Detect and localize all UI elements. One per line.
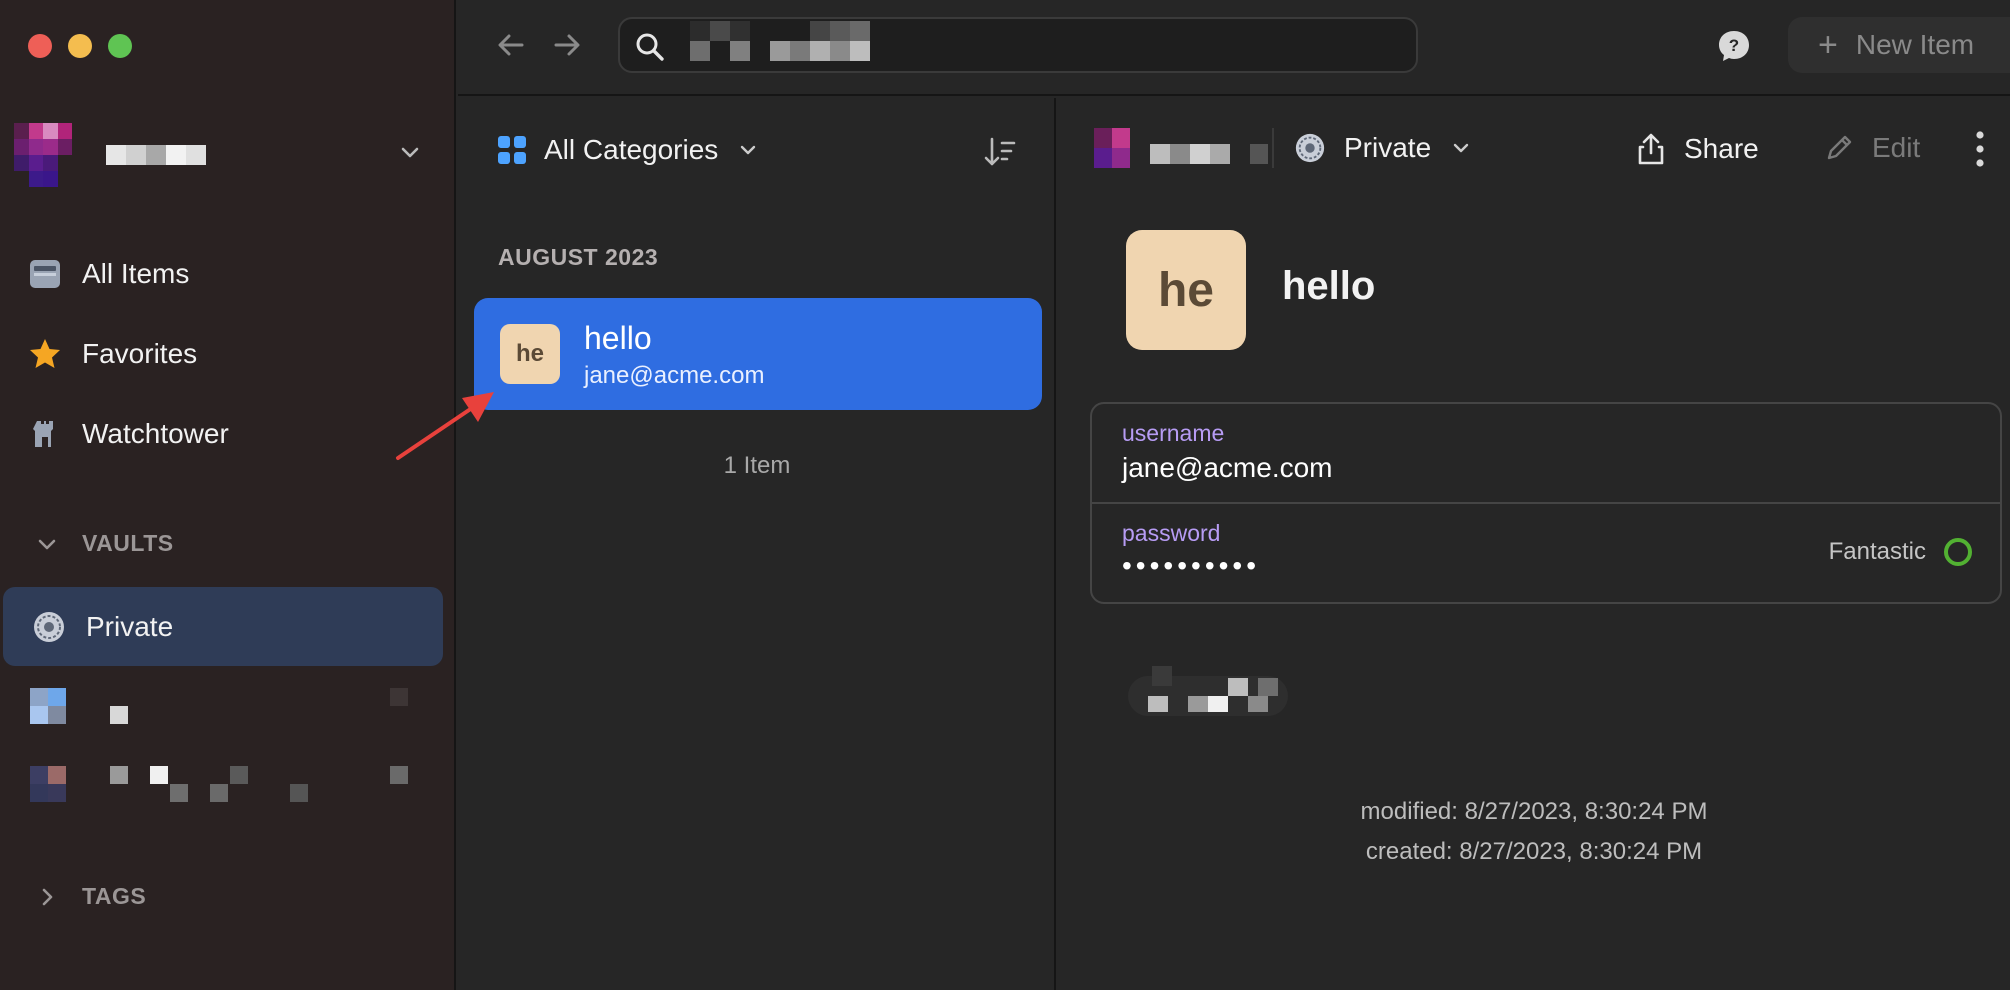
item-detail-pane: Private Share Edit he hello username jan… [1058, 98, 2010, 990]
item-title: hello [1282, 264, 1376, 308]
item-large-thumbnail: he [1126, 230, 1246, 350]
categories-grid-icon [498, 136, 526, 164]
minimize-window-button[interactable] [68, 34, 92, 58]
account-avatar [14, 123, 72, 187]
sidebar-vault-redacted[interactable] [30, 766, 410, 806]
chevron-down-icon [1453, 143, 1469, 153]
vault-icon [1295, 133, 1325, 163]
chevron-down-icon [38, 539, 56, 549]
item-count: 1 Item [723, 452, 791, 479]
tags-section-toggle[interactable]: TAGS [34, 883, 146, 910]
chevron-right-icon [42, 888, 53, 905]
all-items-icon [28, 257, 62, 291]
share-button[interactable]: Share [1636, 132, 1759, 166]
password-strength-label: Fantastic [1828, 538, 1926, 565]
star-icon [28, 337, 62, 371]
plus-icon: + [1818, 25, 1838, 64]
vault-label: Private [86, 610, 174, 642]
tag-redacted[interactable] [1128, 666, 1288, 716]
vault-owner-redacted [1150, 144, 1268, 168]
created-timestamp: created: 8/27/2023, 8:30:24 PM [1365, 838, 1703, 865]
item-title: hello [584, 320, 652, 356]
new-item-label: New Item [1855, 29, 1975, 60]
chevron-down-icon [401, 147, 419, 158]
window-controls [28, 34, 132, 58]
share-label: Share [1684, 133, 1759, 164]
sidebar-item-label: Watchtower [82, 418, 229, 449]
sidebar-vault-private[interactable]: Private [3, 587, 443, 666]
username-field[interactable]: username jane@acme.com [1092, 404, 2000, 504]
modified-timestamp: modified: 8/27/2023, 8:30:24 PM [1360, 798, 1708, 825]
vault-selector-dropdown[interactable]: Private [1294, 132, 1473, 164]
help-icon[interactable]: ? [1716, 28, 1752, 64]
back-arrow-icon[interactable] [494, 28, 528, 62]
list-item[interactable]: he hello jane@acme.com [474, 298, 1042, 410]
zoom-window-button[interactable] [108, 34, 132, 58]
new-item-button[interactable]: + New Item [1788, 17, 2010, 73]
password-label: password [1122, 520, 1221, 546]
chevron-down-icon [741, 145, 756, 155]
search-icon [636, 33, 664, 61]
watchtower-icon [28, 417, 62, 451]
sidebar-vault-redacted[interactable] [30, 688, 410, 728]
account-name-redacted [106, 145, 206, 165]
item-subtitle: jane@acme.com [584, 362, 765, 389]
username-value[interactable]: jane@acme.com [1122, 452, 1333, 484]
search-text-redacted [670, 21, 930, 61]
toolbar: ? + New Item [458, 0, 2010, 96]
category-filter-dropdown[interactable]: All Categories [498, 134, 760, 166]
sidebar-item-label: All Items [82, 258, 190, 289]
vault-selector-label: Private [1344, 132, 1432, 163]
forward-arrow-icon[interactable] [550, 28, 584, 62]
strength-ring-icon [1944, 538, 1972, 566]
vault-owner-avatar [1094, 128, 1130, 168]
vault-icon [34, 611, 64, 642]
tags-heading: TAGS [82, 883, 147, 909]
password-strength: Fantastic [1829, 538, 1972, 566]
month-group-heading: AUGUST 2023 [498, 244, 659, 270]
edit-label: Edit [1872, 132, 1921, 163]
sidebar-item-all-items[interactable]: All Items [28, 249, 189, 299]
username-label: username [1122, 420, 1225, 446]
pencil-icon [1827, 135, 1852, 160]
sidebar: All Items Favorites Watchtower VAULTS Pr… [0, 0, 456, 990]
password-value[interactable]: •••••••••• [1122, 550, 1260, 582]
vaults-section-toggle[interactable]: VAULTS [34, 530, 174, 557]
password-field[interactable]: password •••••••••• Fantastic [1092, 504, 2000, 604]
item-list-pane: All Categories AUGUST 2023 he hello jane… [458, 98, 1056, 990]
divider [1272, 128, 1274, 168]
sort-icon[interactable] [982, 134, 1018, 170]
edit-button[interactable]: Edit [1824, 132, 1920, 164]
share-icon [1638, 133, 1664, 165]
sidebar-item-favorites[interactable]: Favorites [28, 329, 197, 379]
item-thumbnail: he [500, 324, 560, 384]
search-input[interactable] [618, 17, 1418, 73]
sidebar-item-watchtower[interactable]: Watchtower [28, 409, 229, 459]
more-options-icon[interactable] [1974, 130, 1986, 168]
login-fields-card: username jane@acme.com password ••••••••… [1090, 402, 2002, 604]
svg-text:?: ? [1729, 36, 1739, 55]
annotation-arrow-icon [396, 392, 494, 460]
vaults-heading: VAULTS [82, 530, 174, 556]
close-window-button[interactable] [28, 34, 52, 58]
account-switcher[interactable] [14, 120, 424, 190]
sidebar-item-label: Favorites [82, 338, 198, 369]
category-label: All Categories [544, 134, 719, 165]
